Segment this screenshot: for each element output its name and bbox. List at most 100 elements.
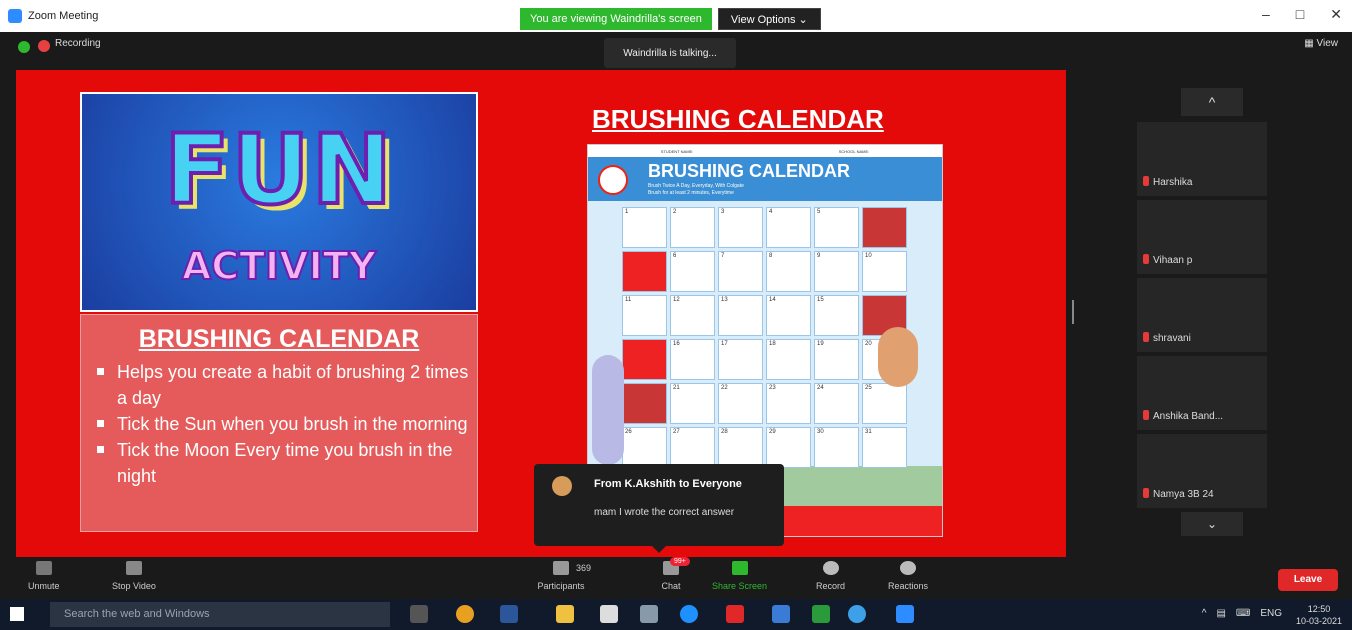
- keyboard-icon[interactable]: ⌨: [1236, 608, 1250, 619]
- fun-activity-graphic: FUN ACTIVITY: [80, 92, 478, 312]
- view-button[interactable]: ▦ View: [1304, 38, 1338, 49]
- leave-button[interactable]: Leave: [1278, 569, 1338, 591]
- share-screen-icon: [731, 561, 748, 575]
- calendar-day-number: 28: [721, 429, 728, 435]
- calendar-day-cell: 21: [670, 383, 715, 424]
- participant-tile[interactable]: shravani: [1137, 278, 1267, 352]
- calendar-header: BRUSHING CALENDAR Brush Twice A Day, Eve…: [588, 157, 942, 201]
- calendar-day-cell: 5: [814, 207, 859, 248]
- windows-taskbar: Search the web and Windows ^ ▤ ⌨ ENG 12:…: [0, 599, 1352, 630]
- view-options-button[interactable]: View Options ⌄: [717, 8, 821, 30]
- participant-tile[interactable]: Namya 3B 24: [1137, 434, 1267, 508]
- chevron-up-icon[interactable]: ^: [1202, 608, 1207, 619]
- close-icon[interactable]: ✕: [1330, 6, 1342, 23]
- calendar-day-number: 4: [769, 209, 773, 215]
- participant-tile[interactable]: Vihaan p: [1137, 200, 1267, 274]
- calendar-day-cell: 7: [718, 251, 763, 292]
- app-icon[interactable]: [812, 605, 830, 623]
- meeting-topbar: Recording Waindrilla is talking... ▦ Vie…: [0, 32, 1352, 70]
- chat-sender: From K.Akshith to Everyone: [594, 478, 742, 490]
- calendar-day-number: 21: [673, 385, 680, 391]
- unmute-button[interactable]: Unmute: [28, 561, 60, 591]
- calendar-day-cell: 15: [814, 295, 859, 336]
- clock-time: 12:50: [1307, 604, 1331, 614]
- calendar-day-number: 24: [817, 385, 824, 391]
- security-shield-icon[interactable]: [18, 41, 30, 53]
- calendar-day-cell: 25: [862, 383, 907, 424]
- video-camera-icon: [125, 561, 142, 575]
- calendar-day-cell: 24: [814, 383, 859, 424]
- record-button[interactable]: Record: [816, 561, 845, 591]
- calendar-day-number: 12: [673, 297, 680, 303]
- calendar-day-number: 26: [625, 429, 632, 435]
- calendar-day-cell: 27: [670, 427, 715, 468]
- window-controls: – □ ✕: [1262, 6, 1342, 23]
- app-icon[interactable]: [772, 605, 790, 623]
- calendar-day-cell: 12: [670, 295, 715, 336]
- calendar-day-number: 15: [817, 297, 824, 303]
- calendar-day-cell: 8: [766, 251, 811, 292]
- internet-explorer-icon[interactable]: [848, 605, 866, 623]
- calendar-day-number: 20: [865, 341, 872, 347]
- calendar-day-cell: 28: [718, 427, 763, 468]
- participant-tile[interactable]: Harshika: [1137, 122, 1267, 196]
- sender-avatar: [552, 476, 572, 496]
- bullet-list: Helps you create a habit of brushing 2 t…: [95, 359, 475, 489]
- reactions-button[interactable]: Reactions: [888, 561, 928, 591]
- calendar-day-number: 9: [817, 253, 821, 259]
- calendar-day-cell: 11: [622, 295, 667, 336]
- fun-title: FUN: [162, 112, 394, 228]
- participant-tile[interactable]: Anshika Band...: [1137, 356, 1267, 430]
- gallery-down-button[interactable]: ⌄: [1181, 512, 1243, 536]
- viewing-screen-label: You are viewing Waindrilla's screen: [520, 8, 712, 30]
- maximize-icon[interactable]: □: [1296, 6, 1304, 23]
- chrome-icon[interactable]: [456, 605, 474, 623]
- muted-mic-icon: [1143, 410, 1149, 420]
- calendar-day-number: 5: [817, 209, 821, 215]
- muted-mic-icon: [1143, 176, 1149, 186]
- muted-mic-icon: [1143, 254, 1149, 264]
- language-indicator[interactable]: ENG: [1260, 608, 1282, 619]
- recording-icon: [38, 40, 50, 52]
- calendar-day-cell: 3: [718, 207, 763, 248]
- calendar-day-cell: 19: [814, 339, 859, 380]
- share-screen-button[interactable]: Share Screen: [712, 561, 767, 591]
- calendar-title: BRUSHING CALENDAR: [648, 161, 850, 181]
- calendar-day-number: 1: [625, 209, 629, 215]
- windows-start-icon[interactable]: [10, 607, 24, 621]
- calendar-day-cell: 17: [718, 339, 763, 380]
- minimize-icon[interactable]: –: [1262, 6, 1270, 23]
- calendar-day-number: 25: [865, 385, 872, 391]
- chat-button[interactable]: Chat 99+: [656, 557, 690, 591]
- calendar-day-number: 7: [721, 253, 725, 259]
- calendar-day-number: 14: [769, 297, 776, 303]
- stop-video-button[interactable]: Stop Video: [112, 561, 156, 591]
- taskbar-search[interactable]: Search the web and Windows: [50, 602, 390, 627]
- participants-button[interactable]: Participants 369: [526, 561, 596, 591]
- gallery-up-button[interactable]: ^: [1181, 88, 1243, 116]
- calendar-day-cell: 30: [814, 427, 859, 468]
- edge-icon[interactable]: [680, 605, 698, 623]
- colgate-logo: [598, 165, 628, 195]
- reactions-icon: [900, 561, 917, 575]
- task-view-icon[interactable]: [410, 605, 428, 623]
- app-icon[interactable]: [640, 605, 658, 623]
- acrobat-icon[interactable]: [726, 605, 744, 623]
- taskbar-clock[interactable]: 12:50 10-03-2021: [1296, 603, 1342, 627]
- store-icon[interactable]: [600, 605, 618, 623]
- record-icon: [822, 561, 839, 575]
- meeting-toolbar: Unmute Stop Video Participants 369 Chat …: [0, 557, 1352, 599]
- chat-unread-badge: 99+: [670, 557, 690, 566]
- system-tray: ^ ▤ ⌨ ENG: [1202, 608, 1282, 619]
- word-icon[interactable]: [500, 605, 518, 623]
- file-explorer-icon[interactable]: [556, 605, 574, 623]
- panel-splitter-handle[interactable]: [1072, 300, 1074, 324]
- message-icon[interactable]: ▤: [1216, 608, 1225, 619]
- participant-name: shravani: [1153, 333, 1191, 344]
- calendar-day-number: 2: [673, 209, 677, 215]
- monkey-illustration: [878, 327, 918, 387]
- calendar-day-number: 18: [769, 341, 776, 347]
- chat-notification[interactable]: From K.Akshith to Everyone mam I wrote t…: [534, 464, 784, 553]
- calendar-day-number: 11: [625, 297, 632, 303]
- zoom-taskbar-icon[interactable]: [896, 605, 914, 623]
